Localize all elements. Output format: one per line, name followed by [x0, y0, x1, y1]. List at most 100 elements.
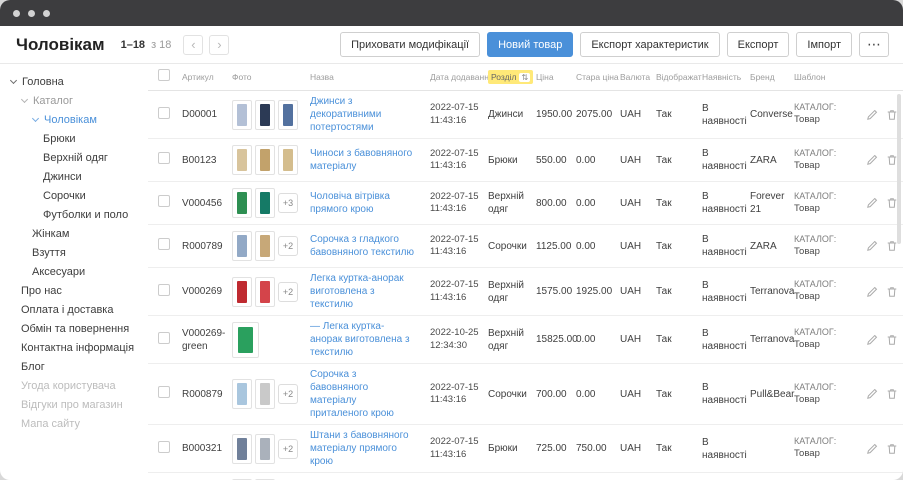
hide-modifications-button[interactable]: Приховати модифікації	[340, 32, 480, 57]
product-name-link[interactable]: Штани з бавовняного матеріалу прямого кр…	[310, 429, 424, 468]
column-header[interactable]: Наявність	[702, 72, 750, 82]
product-photo[interactable]	[255, 277, 275, 307]
import-button[interactable]: Імпорт	[796, 32, 852, 57]
delete-icon[interactable]	[886, 388, 898, 400]
edit-icon[interactable]	[866, 443, 878, 455]
sidebar-item[interactable]: Каталог	[0, 91, 148, 110]
product-photo[interactable]	[255, 188, 275, 218]
column-header[interactable]: Відображати	[656, 72, 702, 82]
vertical-scrollbar[interactable]	[897, 94, 901, 244]
sidebar-item[interactable]: Сорочки	[0, 186, 148, 205]
edit-icon[interactable]	[866, 154, 878, 166]
row-checkbox[interactable]	[158, 107, 170, 119]
delete-icon[interactable]	[886, 286, 898, 298]
product-photo[interactable]	[232, 322, 259, 358]
row-checkbox[interactable]	[158, 284, 170, 296]
product-photo[interactable]	[255, 379, 275, 409]
sidebar-item[interactable]: Жінкам	[0, 224, 148, 243]
edit-icon[interactable]	[866, 286, 878, 298]
column-header[interactable]: Дата додавання	[430, 72, 488, 82]
product-photo[interactable]	[232, 188, 252, 218]
select-all-checkbox[interactable]	[158, 69, 170, 81]
category-cell: Верхній одяг	[488, 279, 536, 305]
product-name-link[interactable]: Легка куртка-анорак виготовлена з тексти…	[310, 272, 424, 311]
product-photo[interactable]	[232, 379, 252, 409]
product-photo[interactable]	[232, 434, 252, 464]
sidebar-item[interactable]: Джинси	[0, 167, 148, 186]
sidebar-item[interactable]: Відгуки про магазин	[0, 395, 148, 414]
sidebar-item[interactable]: Обмін та повернення	[0, 319, 148, 338]
column-header[interactable]: Ціна	[536, 72, 576, 82]
sidebar-item[interactable]: Брюки	[0, 129, 148, 148]
product-photo[interactable]	[255, 145, 275, 175]
pagination-prev-button[interactable]: ‹	[183, 35, 203, 55]
product-name-link[interactable]: Чоловіча вітрівка прямого крою	[310, 190, 424, 216]
delete-icon[interactable]	[886, 443, 898, 455]
row-checkbox[interactable]	[158, 332, 170, 344]
more-actions-button[interactable]: ⋯	[859, 32, 889, 57]
sidebar-item[interactable]: Про нас	[0, 281, 148, 300]
row-checkbox[interactable]	[158, 238, 170, 250]
more-photos-badge[interactable]: +2	[278, 439, 298, 459]
photo-cell	[232, 322, 310, 358]
window-control-dot[interactable]	[28, 10, 35, 17]
product-photo[interactable]	[278, 145, 298, 175]
product-photo[interactable]	[232, 231, 252, 261]
sidebar-item[interactable]: Взуття	[0, 243, 148, 262]
sidebar-item[interactable]: Оплата і доставка	[0, 300, 148, 319]
sidebar-item[interactable]: Мапа сайту	[0, 414, 148, 433]
column-header[interactable]: Бренд	[750, 72, 794, 82]
sidebar-item[interactable]: Головна	[0, 72, 148, 91]
column-header[interactable]: Назва	[310, 72, 430, 82]
product-photo[interactable]	[232, 277, 252, 307]
column-header[interactable]: Розділ⇅	[488, 70, 536, 84]
window-control-dot[interactable]	[43, 10, 50, 17]
product-photo[interactable]	[255, 100, 275, 130]
sidebar-item[interactable]: Футболки и поло	[0, 205, 148, 224]
column-header[interactable]: Фото	[232, 72, 310, 82]
edit-icon[interactable]	[866, 334, 878, 346]
template-cell: КАТАЛОГ:Товар	[794, 102, 862, 126]
product-name-link[interactable]: Сорочка з гладкого бавовняного текстилю	[310, 233, 424, 259]
column-header[interactable]: Артикул	[182, 72, 232, 82]
product-name-link[interactable]: Джинси з декоративними потертостями	[310, 95, 424, 134]
product-photo[interactable]	[232, 145, 252, 175]
product-name-link[interactable]: Сорочка з бавовняного матеріалу притален…	[310, 368, 424, 420]
row-checkbox[interactable]	[158, 195, 170, 207]
new-product-button[interactable]: Новий товар	[487, 32, 573, 57]
delete-icon[interactable]	[886, 334, 898, 346]
product-photo[interactable]	[278, 100, 298, 130]
export-button[interactable]: Експорт	[727, 32, 790, 57]
pagination-next-button[interactable]: ›	[209, 35, 229, 55]
more-photos-badge[interactable]: +2	[278, 282, 298, 302]
product-name-link[interactable]: Чиноси з бавовняного матеріалу	[310, 147, 424, 173]
row-checkbox[interactable]	[158, 152, 170, 164]
edit-icon[interactable]	[866, 109, 878, 121]
edit-icon[interactable]	[866, 240, 878, 252]
row-checkbox[interactable]	[158, 441, 170, 453]
export-attributes-button[interactable]: Експорт характеристик	[580, 32, 719, 57]
sidebar-item[interactable]: Контактна інформація	[0, 338, 148, 357]
column-header[interactable]: Шаблон	[794, 72, 862, 82]
product-photo[interactable]	[255, 231, 275, 261]
sidebar-item-label: Відгуки про магазин	[21, 399, 123, 411]
sidebar-item[interactable]: Верхній одяг	[0, 148, 148, 167]
sidebar-item[interactable]: Блог	[0, 357, 148, 376]
photo-cell: +2	[232, 277, 310, 307]
more-photos-badge[interactable]: +3	[278, 193, 298, 213]
column-header[interactable]: Валюта	[620, 72, 656, 82]
more-photos-badge[interactable]: +2	[278, 236, 298, 256]
edit-icon[interactable]	[866, 197, 878, 209]
product-name-link[interactable]: — Легка куртка-анорак виготовлена з текс…	[310, 320, 424, 359]
product-photo[interactable]	[232, 100, 252, 130]
row-checkbox[interactable]	[158, 386, 170, 398]
window-control-dot[interactable]	[13, 10, 20, 17]
sidebar-item[interactable]: Аксесуари	[0, 262, 148, 281]
sidebar-item[interactable]: Угода користувача	[0, 376, 148, 395]
column-header[interactable]: Стара ціна	[576, 72, 620, 82]
edit-icon[interactable]	[866, 388, 878, 400]
more-photos-badge[interactable]: +2	[278, 384, 298, 404]
sidebar-item[interactable]: Чоловікам	[0, 110, 148, 129]
product-photo[interactable]	[255, 434, 275, 464]
sort-icon[interactable]: ⇅	[519, 73, 530, 82]
